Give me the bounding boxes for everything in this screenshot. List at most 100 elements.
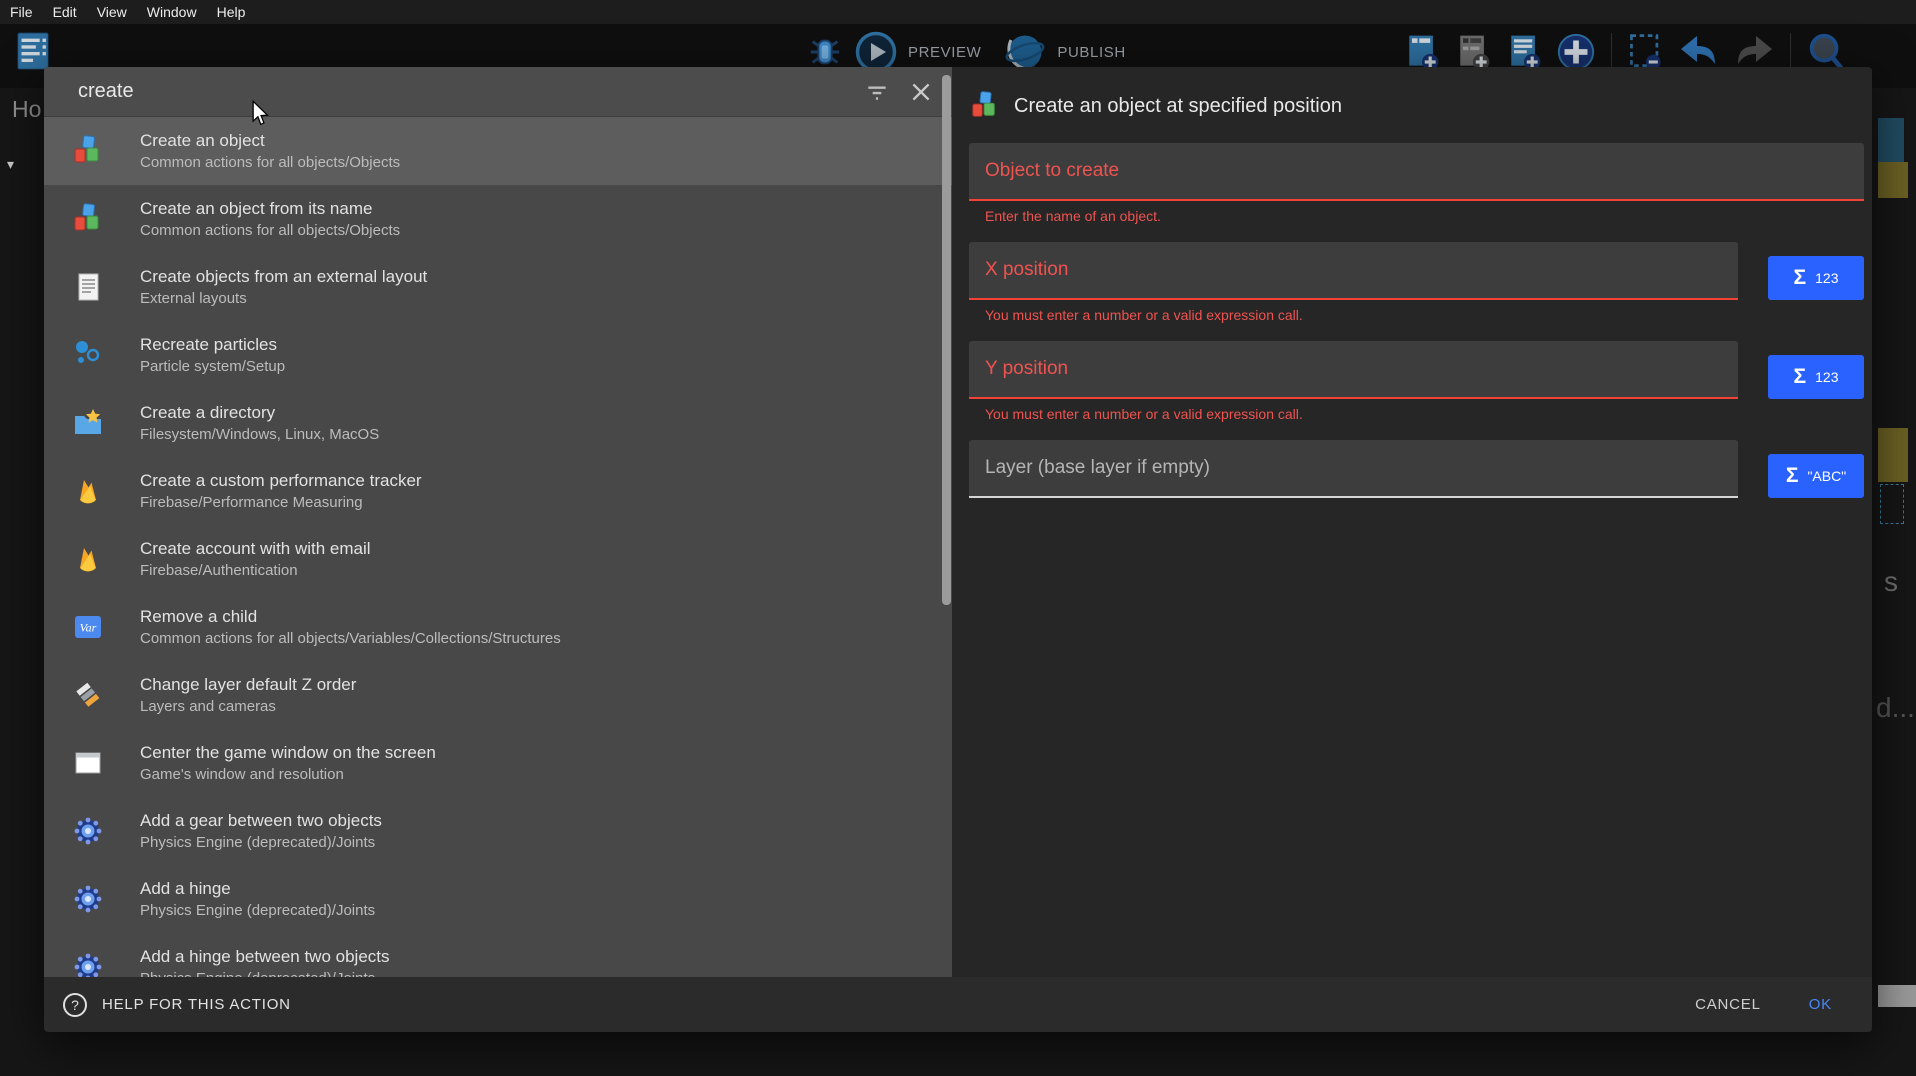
dialog-footer: ? HELP FOR THIS ACTION CANCEL OK [44,977,1872,1032]
result-row[interactable]: Add a gear between two objectsPhysics En… [44,797,952,865]
result-title: Create a directory [140,402,379,425]
search-bar [44,67,952,117]
cancel-button[interactable]: CANCEL [1695,996,1761,1013]
result-row[interactable]: Create a directoryFilesystem/Windows, Li… [44,389,952,457]
expression-builder-button[interactable]: Σ 123 [1768,256,1864,300]
result-subtitle: Physics Engine (deprecated)/Joints [140,969,390,977]
filter-icon[interactable] [864,79,890,105]
result-row[interactable]: Create account with with emailFirebase/A… [44,525,952,593]
result-subtitle: Firebase/Authentication [140,561,371,581]
close-icon[interactable] [908,79,934,105]
list-scrollbar[interactable] [942,75,951,605]
param-field-row: Y position Σ 123 [969,341,1864,399]
svg-text:Var: Var [80,621,97,635]
preview-button[interactable]: PREVIEW [908,44,981,61]
result-text: Create account with with emailFirebase/A… [140,538,371,580]
menu-item-window[interactable]: Window [147,4,197,20]
window-icon [72,747,104,779]
field-error-helper: You must enter a number or a valid expre… [985,307,1864,324]
undo-icon[interactable] [1677,32,1721,72]
result-title: Remove a child [140,606,561,629]
bg-edge-text: d... [1876,692,1915,724]
document-icon [72,271,104,303]
result-title: Create a custom performance tracker [140,470,422,493]
home-tab-partial[interactable]: Ho [12,96,41,123]
result-row[interactable]: Create an objectCommon actions for all o… [44,117,952,185]
publish-button[interactable]: PUBLISH [1057,44,1125,61]
bg-olive-block [1878,428,1908,482]
param-input[interactable]: Object to create [969,143,1864,201]
result-row[interactable]: Add a hinge between two objectsPhysics E… [44,933,952,977]
result-subtitle: Common actions for all objects/Objects [140,221,400,241]
field-error-helper: Enter the name of an object. [985,208,1864,225]
bg-teal-block [1878,118,1904,162]
result-subtitle: Physics Engine (deprecated)/Joints [140,833,382,853]
result-text: Add a hinge between two objectsPhysics E… [140,946,390,977]
param-fields: Object to create Enter the name of an obj… [952,121,1872,522]
menu-item-help[interactable]: Help [217,4,246,20]
result-title: Create an object [140,130,400,153]
result-text: Remove a childCommon actions for all obj… [140,606,561,648]
results-list: Create an objectCommon actions for all o… [44,117,952,977]
gear-icon [72,883,104,915]
sigma-icon: Σ [1786,464,1799,488]
expression-type-label: 123 [1815,369,1838,385]
field-spacer [969,498,1864,522]
expression-builder-button[interactable]: Σ 123 [1768,355,1864,399]
result-text: Recreate particlesParticle system/Setup [140,334,285,376]
result-row[interactable]: Recreate particlesParticle system/Setup [44,321,952,389]
svg-text:?: ? [71,997,79,1013]
ok-button[interactable]: OK [1809,996,1832,1013]
bg-edge-text: s [1884,566,1898,598]
result-text: Create a custom performance trackerFireb… [140,470,422,512]
result-row[interactable]: Var Remove a childCommon actions for all … [44,593,952,661]
param-input[interactable]: X position [969,242,1738,300]
sigma-icon: Σ [1794,266,1807,290]
result-row[interactable]: Create an object from its nameCommon act… [44,185,952,253]
result-subtitle: External layouts [140,289,427,309]
param-input[interactable]: Y position [969,341,1738,399]
result-row[interactable]: Create objects from an external layoutEx… [44,253,952,321]
gear-icon [72,815,104,847]
firebase-flame-icon [72,475,104,507]
bg-dashed-box [1880,484,1904,524]
bg-olive-block [1878,162,1908,198]
param-field-row: X position Σ 123 [969,242,1864,300]
action-detail-pane: Create an object at specified position O… [952,67,1872,977]
objects-cubes-icon [72,203,104,235]
bg-scrollbar-fragment[interactable] [1878,985,1916,1007]
toolbar-separator [1611,33,1612,71]
menu-item-edit[interactable]: Edit [53,4,77,20]
result-row[interactable]: Center the game window on the screenGame… [44,729,952,797]
expression-type-label: 123 [1815,270,1838,286]
result-text: Create objects from an external layoutEx… [140,266,427,308]
result-text: Change layer default Z orderLayers and c… [140,674,356,716]
search-input[interactable] [78,80,846,103]
result-subtitle: Particle system/Setup [140,357,285,377]
layers-icon [72,679,104,711]
help-button[interactable]: ? HELP FOR THIS ACTION [62,992,1695,1018]
menu-item-file[interactable]: File [10,4,33,20]
var-badge-icon: Var [72,611,104,643]
toolbar-separator [1790,33,1791,71]
result-title: Recreate particles [140,334,285,357]
particles-icon [72,339,104,371]
result-row[interactable]: Add a hingePhysics Engine (deprecated)/J… [44,865,952,933]
param-input[interactable]: Layer (base layer if empty) [969,440,1738,498]
result-subtitle: Filesystem/Windows, Linux, MacOS [140,425,379,445]
sigma-icon: Σ [1794,365,1807,389]
param-field-row: Layer (base layer if empty) Σ"ABC" [969,440,1864,498]
menu-bar: File Edit View Window Help [0,0,1916,24]
result-title: Add a hinge between two objects [140,946,390,969]
result-title: Add a hinge [140,878,375,901]
folder-star-icon [72,407,104,439]
menu-item-view[interactable]: View [97,4,127,20]
result-row[interactable]: Create a custom performance trackerFireb… [44,457,952,525]
result-row[interactable]: Change layer default Z orderLayers and c… [44,661,952,729]
expression-builder-button[interactable]: Σ"ABC" [1768,454,1864,498]
field-error-helper: You must enter a number or a valid expre… [985,406,1864,423]
redo-icon[interactable] [1732,32,1776,72]
result-subtitle: Common actions for all objects/Objects [140,153,400,173]
firebase-flame-icon [72,543,104,575]
chevron-down-icon[interactable]: ▾ [7,156,14,173]
